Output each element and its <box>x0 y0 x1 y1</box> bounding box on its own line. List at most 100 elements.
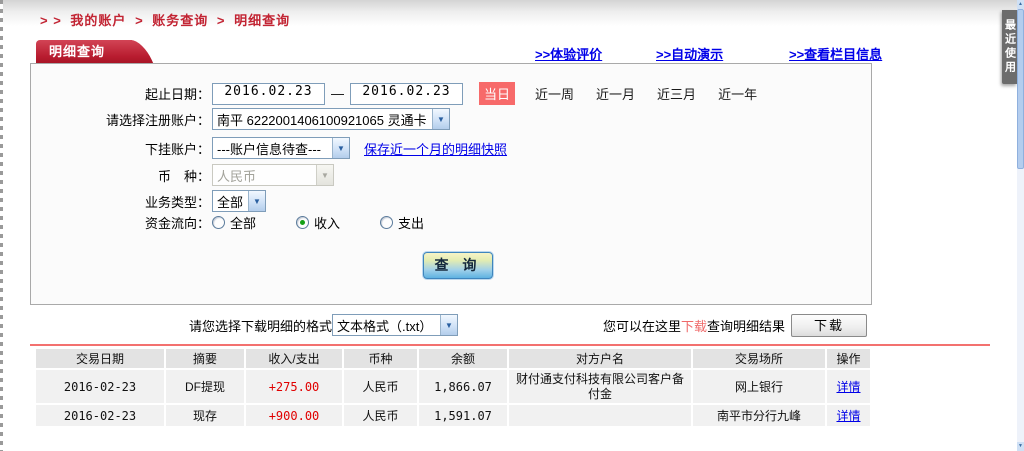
link-view-column-info[interactable]: >>查看栏目信息 <box>789 44 882 63</box>
radio-flow-expense[interactable]: 支出 <box>380 213 424 232</box>
cell-balance: 1,591.07 <box>419 405 507 426</box>
page: > > 我的账户 > 账务查询 > 明细查询 明细查询 >>体验评价 >>自动演… <box>0 0 1024 451</box>
sub-account-select[interactable]: ---账户信息待查--- ▼ <box>212 137 350 159</box>
col-header-counterparty: 对方户名 <box>509 349 691 368</box>
quick-range-quarter[interactable]: 近三月 <box>657 84 696 103</box>
transactions-table: 交易日期 摘要 收入/支出 币种 余额 对方户名 交易场所 操作 2016-02… <box>34 347 872 428</box>
quick-range-year[interactable]: 近一年 <box>718 84 757 103</box>
sub-account-label: 下挂账户： <box>144 141 210 157</box>
breadcrumb-separator: > <box>216 13 226 28</box>
col-header-action: 操作 <box>827 349 870 368</box>
biz-type-select[interactable]: 全部 ▼ <box>212 190 266 212</box>
download-button[interactable]: 下载 <box>791 314 868 337</box>
radio-flow-income-label: 收入 <box>314 216 341 231</box>
date-range-label: 起止日期： <box>144 87 210 102</box>
table-header-row: 交易日期 摘要 收入/支出 币种 余额 对方户名 交易场所 操作 <box>36 349 870 368</box>
date-from-input[interactable]: 2016.02.23 <box>212 82 325 105</box>
breadcrumb: > > 我的账户 > 账务查询 > 明细查询 <box>40 10 294 29</box>
download-format-label: 请您选择下载明细的格式 <box>189 318 333 334</box>
radio-icon <box>212 216 225 229</box>
form-row-fund-flow: 资金流向： 全部 收入 支出 <box>40 213 464 232</box>
radio-flow-expense-label: 支出 <box>398 216 425 231</box>
account-select-value: 南平 6222001406100921065 灵通卡 <box>217 112 427 128</box>
radio-flow-income[interactable]: 收入 <box>296 213 340 232</box>
cell-balance: 1,866.07 <box>419 370 507 403</box>
chevron-down-icon: ▼ <box>440 315 458 335</box>
cell-summary: DF提现 <box>166 370 244 403</box>
link-experience-rating[interactable]: >>体验评价 <box>535 44 602 63</box>
query-button[interactable]: 查 询 <box>423 252 493 279</box>
form-row-biz-type: 业务类型： 全部 ▼ <box>40 190 266 212</box>
currency-select: 人民币 ▼ <box>212 164 334 186</box>
scrollbar-thumb[interactable] <box>1017 9 1024 169</box>
breadcrumb-prefix: > > <box>40 13 62 28</box>
biz-type-select-value: 全部 <box>217 194 244 210</box>
radio-flow-all[interactable]: 全部 <box>212 213 256 232</box>
account-label: 请选择注册账户： <box>105 112 210 128</box>
breadcrumb-item-account-query[interactable]: 账务查询 <box>152 13 208 28</box>
col-header-summary: 摘要 <box>166 349 244 368</box>
cell-amount: +275.00 <box>246 370 342 403</box>
sub-account-select-value: ---账户信息待查--- <box>217 141 321 157</box>
download-format-group: 请您选择下载明细的格式 文本格式（.txt） ▼ <box>189 314 459 336</box>
chevron-down-icon: ▼ <box>332 138 349 158</box>
breadcrumb-separator: > <box>135 13 144 28</box>
download-hint-suffix: 查询明细结果 <box>707 319 786 334</box>
col-header-currency: 币种 <box>344 349 417 368</box>
quick-range-today[interactable]: 当日 <box>479 82 516 105</box>
col-header-amount: 收入/支出 <box>246 349 342 368</box>
recent-use-flyout-tab[interactable]: 最近使用 <box>1002 10 1017 84</box>
tab-detail-query: 明细查询 <box>36 40 132 63</box>
scroll-down-arrow-icon[interactable]: ▼ <box>1017 442 1024 451</box>
download-hint-prefix: 您可以在这里 <box>603 319 682 334</box>
breadcrumb-item-my-account[interactable]: 我的账户 <box>70 13 126 28</box>
form-row-account: 请选择注册账户： 南平 6222001406100921065 灵通卡 ▼ <box>40 108 450 130</box>
cell-date: 2016-02-23 <box>36 405 164 426</box>
cell-date: 2016-02-23 <box>36 370 164 403</box>
window-left-edge <box>0 0 3 451</box>
chevron-down-icon: ▼ <box>432 109 449 129</box>
chevron-down-icon: ▼ <box>248 191 265 211</box>
radio-flow-all-label: 全部 <box>230 216 257 231</box>
currency-label: 币 种： <box>157 168 210 184</box>
cell-counterparty <box>509 405 691 426</box>
detail-link[interactable]: 详情 <box>836 409 860 423</box>
table-row: 2016-02-23 现存 +900.00 人民币 1,591.07 南平市分行… <box>36 405 870 426</box>
vertical-scrollbar[interactable]: ▲ ▼ <box>1017 0 1024 451</box>
cell-counterparty: 财付通支付科技有限公司客户备付金 <box>509 370 691 403</box>
detail-link[interactable]: 详情 <box>836 380 860 394</box>
chevron-down-icon: ▼ <box>316 165 333 185</box>
table-top-divider <box>30 344 990 346</box>
quick-range-week[interactable]: 近一周 <box>535 84 574 103</box>
form-row-sub-account: 下挂账户： ---账户信息待查--- ▼ 保存近一个月的明细快照 <box>40 137 507 159</box>
table-row: 2016-02-23 DF提现 +275.00 人民币 1,866.07 财付通… <box>36 370 870 403</box>
quick-range-group: 当日 近一周 近一月 近三月 近一年 <box>479 82 779 105</box>
currency-select-value: 人民币 <box>217 168 257 184</box>
radio-checked-icon <box>296 216 310 229</box>
quick-range-month[interactable]: 近一月 <box>596 84 635 103</box>
save-snapshot-link[interactable]: 保存近一个月的明细快照 <box>364 139 507 158</box>
col-header-place: 交易场所 <box>693 349 825 368</box>
cell-amount: +900.00 <box>246 405 342 426</box>
fund-flow-label: 资金流向： <box>144 216 210 231</box>
cell-currency: 人民币 <box>344 405 417 426</box>
cell-place: 网上银行 <box>693 370 825 403</box>
form-row-date-range: 起止日期： 2016.02.23 — 2016.02.23 当日 近一周 近一月… <box>40 82 779 105</box>
download-hint-group: 您可以在这里 下载 查询明细结果 下载 <box>603 314 868 337</box>
form-row-currency: 币 种： 人民币 ▼ <box>40 164 334 186</box>
cell-currency: 人民币 <box>344 370 417 403</box>
cell-summary: 现存 <box>166 405 244 426</box>
col-header-date: 交易日期 <box>36 349 164 368</box>
scroll-up-arrow-icon[interactable]: ▲ <box>1017 0 1024 9</box>
download-hint-link[interactable]: 下载 <box>681 316 707 335</box>
cell-place: 南平市分行九峰 <box>693 405 825 426</box>
breadcrumb-item-detail-query[interactable]: 明细查询 <box>234 13 290 28</box>
download-format-value: 文本格式（.txt） <box>337 318 433 334</box>
radio-icon <box>380 216 394 229</box>
date-range-dash: — <box>331 86 344 101</box>
biz-type-label: 业务类型： <box>144 194 210 210</box>
account-select[interactable]: 南平 6222001406100921065 灵通卡 ▼ <box>212 108 450 130</box>
link-auto-demo[interactable]: >>自动演示 <box>656 44 723 63</box>
download-format-select[interactable]: 文本格式（.txt） ▼ <box>332 314 459 336</box>
date-to-input[interactable]: 2016.02.23 <box>350 82 463 105</box>
